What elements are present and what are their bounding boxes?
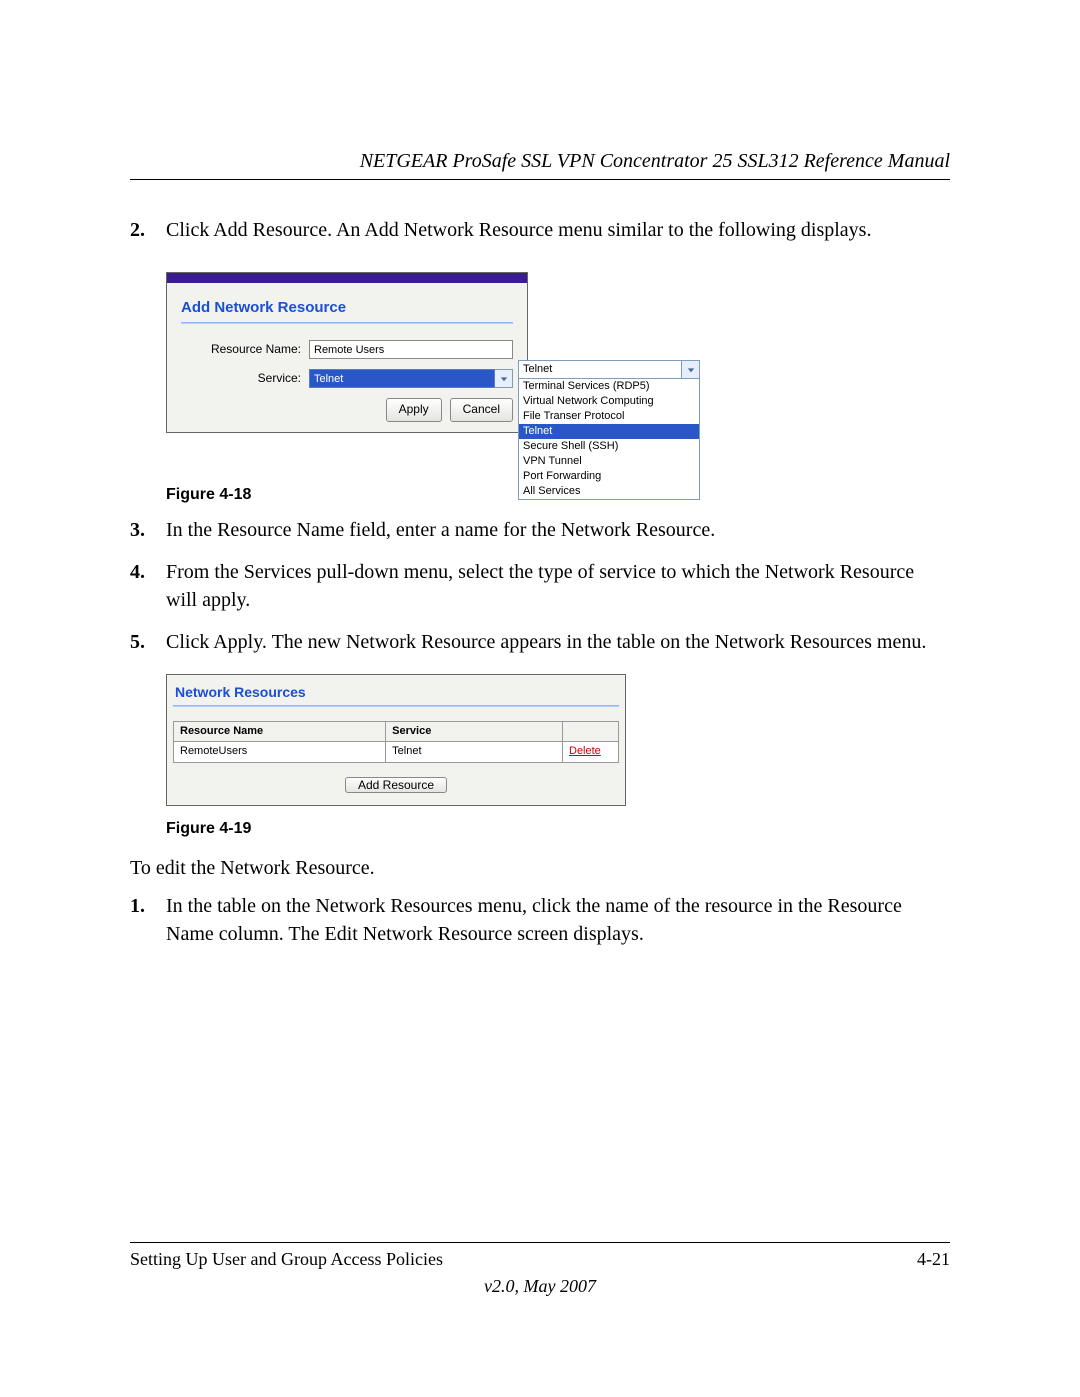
panel-title: Add Network Resource <box>181 297 513 318</box>
dropdown-option[interactable]: VPN Tunnel <box>519 454 699 469</box>
page-footer: Setting Up User and Group Access Policie… <box>130 1242 950 1297</box>
divider <box>181 322 513 324</box>
step-text: Click Apply. The new Network Resource ap… <box>166 628 950 656</box>
step-5: 5. Click Apply. The new Network Resource… <box>130 628 950 656</box>
cell-service: Telnet <box>386 742 563 762</box>
footer-section-title: Setting Up User and Group Access Policie… <box>130 1249 443 1270</box>
step-text: In the table on the Network Resources me… <box>166 892 950 948</box>
step-text: From the Services pull-down menu, select… <box>166 558 950 614</box>
step-1: 1. In the table on the Network Resources… <box>130 892 950 948</box>
service-combo-value: Telnet <box>309 369 495 388</box>
panel-title: Network Resources <box>175 683 617 703</box>
step-text: In the Resource Name field, enter a name… <box>166 516 950 544</box>
service-row: Service: Telnet <box>181 369 513 388</box>
figure-caption: Figure 4-19 <box>166 818 950 840</box>
delete-link[interactable]: Delete <box>569 745 601 757</box>
dropdown-selected-value: Telnet <box>519 361 681 379</box>
step-4: 4. From the Services pull-down menu, sel… <box>130 558 950 614</box>
cell-resource-name[interactable]: RemoteUsers <box>174 742 386 762</box>
page-body: 2. Click Add Resource. An Add Network Re… <box>130 216 950 948</box>
col-resource-name: Resource Name <box>174 721 386 741</box>
cell-action: Delete <box>563 742 619 762</box>
step-2: 2. Click Add Resource. An Add Network Re… <box>130 216 950 244</box>
dropdown-option[interactable]: Terminal Services (RDP5) <box>519 379 699 394</box>
footer-page-number: 4-21 <box>917 1249 950 1270</box>
service-combo[interactable]: Telnet <box>309 369 513 388</box>
page-header: NETGEAR ProSafe SSL VPN Concentrator 25 … <box>130 150 950 180</box>
resource-name-input[interactable]: Remote Users <box>309 340 513 359</box>
step-number: 5. <box>130 628 166 656</box>
resources-table: Resource Name Service RemoteUsers Telnet… <box>173 721 619 763</box>
resource-name-label: Resource Name: <box>181 341 309 358</box>
dropdown-option[interactable]: Virtual Network Computing <box>519 394 699 409</box>
paragraph: To edit the Network Resource. <box>130 854 950 882</box>
divider <box>173 705 619 707</box>
step-number: 4. <box>130 558 166 614</box>
dropdown-option[interactable]: All Services <box>519 484 699 499</box>
col-action <box>563 721 619 741</box>
step-text: Click Add Resource. An Add Network Resou… <box>166 216 950 244</box>
cancel-button[interactable]: Cancel <box>450 398 513 422</box>
figure-4-18: Add Network Resource Resource Name: Remo… <box>166 272 706 472</box>
service-label: Service: <box>181 370 309 387</box>
step-number: 3. <box>130 516 166 544</box>
service-dropdown[interactable]: Telnet Terminal Services (RDP5) Virtual … <box>518 360 700 500</box>
apply-button[interactable]: Apply <box>386 398 442 422</box>
document-page: NETGEAR ProSafe SSL VPN Concentrator 25 … <box>0 0 1080 1397</box>
step-3: 3. In the Resource Name field, enter a n… <box>130 516 950 544</box>
table-row: RemoteUsers Telnet Delete <box>174 742 619 762</box>
table-header-row: Resource Name Service <box>174 721 619 741</box>
resource-name-row: Resource Name: Remote Users <box>181 340 513 359</box>
add-network-resource-panel: Add Network Resource Resource Name: Remo… <box>166 272 528 433</box>
footer-version: v2.0, May 2007 <box>130 1276 950 1297</box>
dropdown-option[interactable]: File Transer Protocol <box>519 409 699 424</box>
dropdown-option-selected[interactable]: Telnet <box>519 424 699 439</box>
chevron-down-icon[interactable] <box>495 369 513 388</box>
figure-4-19: Network Resources Resource Name Service … <box>166 674 626 805</box>
add-resource-button[interactable]: Add Resource <box>345 777 447 793</box>
step-number: 1. <box>130 892 166 948</box>
dropdown-option[interactable]: Port Forwarding <box>519 469 699 484</box>
dropdown-option[interactable]: Secure Shell (SSH) <box>519 439 699 454</box>
panel-titlebar <box>167 273 527 283</box>
col-service: Service <box>386 721 563 741</box>
step-number: 2. <box>130 216 166 244</box>
chevron-down-icon[interactable] <box>681 361 699 379</box>
